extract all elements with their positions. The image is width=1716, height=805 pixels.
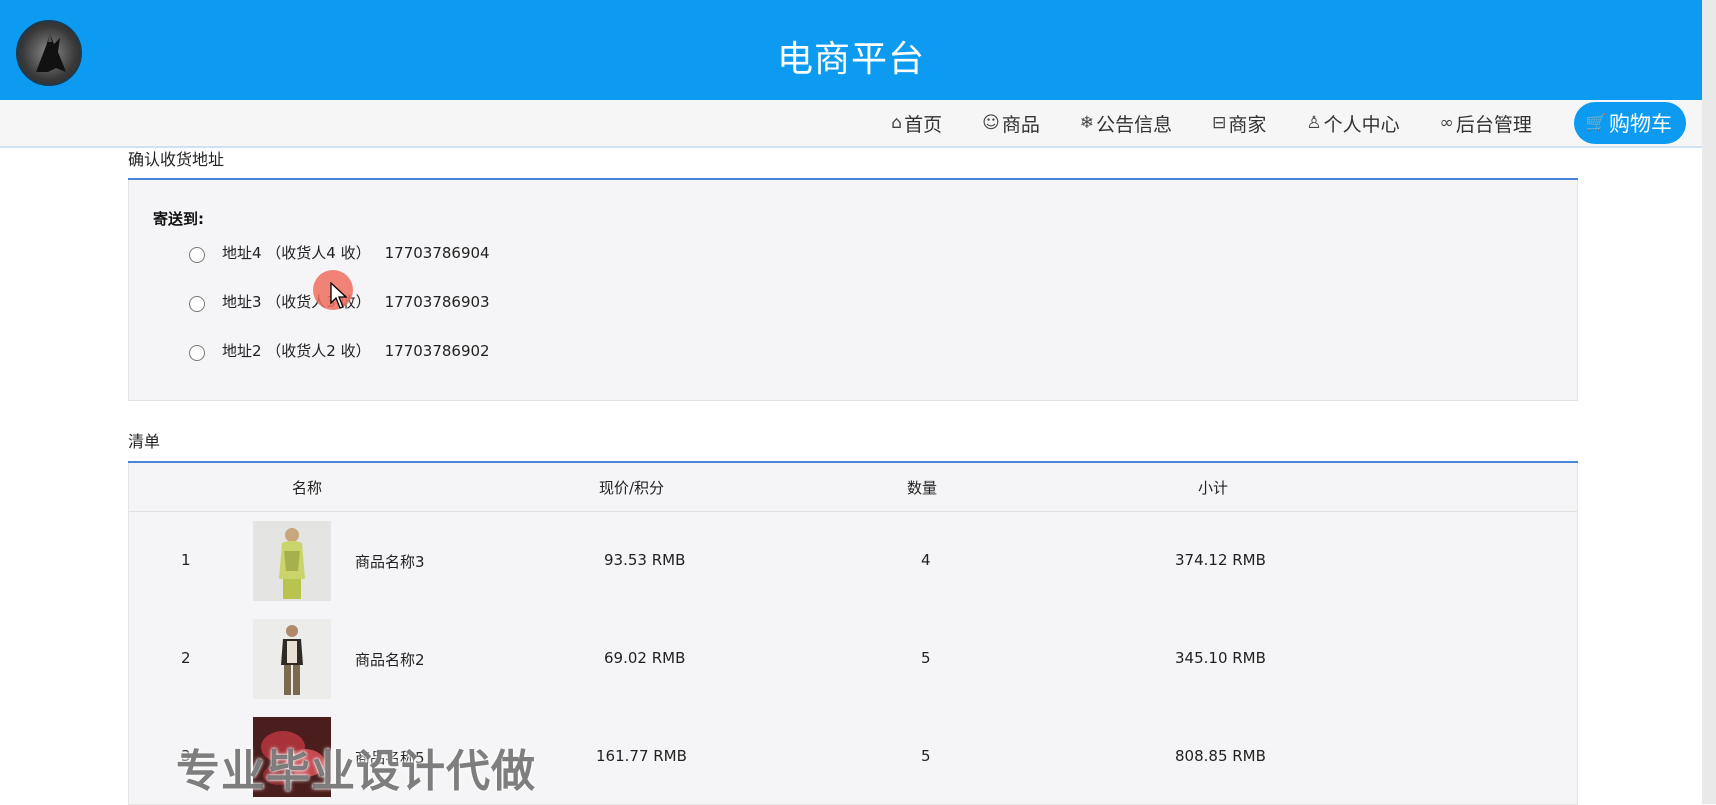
table-row: 1 商品名称3 93.53 RMB 4 374.12 RMB <box>129 521 1577 619</box>
column-header-name: 名称 <box>292 479 323 497</box>
link-icon: ∞ <box>1439 113 1454 133</box>
nav-item-products[interactable]: ☺ 商品 <box>982 110 1040 137</box>
column-header-price: 现价/积分 <box>599 479 665 497</box>
column-header-quantity: 数量 <box>907 479 938 497</box>
table-header: 名称 现价/积分 数量 小计 <box>129 463 1577 512</box>
snowflake-icon: ❄ <box>1079 113 1095 133</box>
product-quantity: 5 <box>921 649 931 667</box>
address-radio[interactable] <box>189 295 205 312</box>
cart-icon: 🛒 <box>1585 113 1607 133</box>
product-price: 93.53 RMB <box>604 551 686 569</box>
product-name[interactable]: 商品名称3 <box>355 551 425 572</box>
send-to-label: 寄送到: <box>153 210 204 228</box>
nav-item-label: 商家 <box>1228 113 1267 136</box>
product-quantity: 5 <box>921 747 931 765</box>
scrollbar[interactable] <box>1702 0 1716 804</box>
nav-item-label: 公告信息 <box>1096 113 1173 136</box>
store-icon: ⊟ <box>1212 113 1227 133</box>
nav-item-profile[interactable]: ♙ 个人中心 <box>1306 110 1399 137</box>
product-price: 69.02 RMB <box>604 649 686 667</box>
nav-item-announcements[interactable]: ❄ 公告信息 <box>1080 110 1172 137</box>
address-text: 地址4 （收货人4 收） <box>222 244 371 262</box>
address-section-title: 确认收货地址 <box>128 150 225 169</box>
address-phone: 17703786904 <box>384 243 490 262</box>
smile-icon: ☺ <box>982 113 1000 133</box>
product-quantity: 4 <box>921 551 931 569</box>
product-subtotal: 808.85 RMB <box>1175 747 1266 765</box>
nav-item-label: 首页 <box>904 113 943 136</box>
product-subtotal: 374.12 RMB <box>1175 551 1266 569</box>
nav-bar: ⌂ 首页 ☺ 商品 ❄ 公告信息 ⊟ 商家 ♙ 个人中心 ∞ 后台管理 🛒 购物… <box>0 100 1702 148</box>
nav-item-label: 商品 <box>1001 113 1040 136</box>
address-phone: 17703786902 <box>384 341 490 360</box>
site-title: 电商平台 <box>776 39 925 80</box>
product-thumbnail[interactable] <box>253 521 331 601</box>
column-header-subtotal: 小计 <box>1198 479 1229 497</box>
order-section-title: 清单 <box>128 432 161 451</box>
product-image-icon <box>253 521 331 601</box>
product-subtotal: 345.10 RMB <box>1175 649 1266 667</box>
address-radio[interactable] <box>189 344 205 361</box>
cart-button[interactable]: 🛒 购物车 <box>1573 102 1686 144</box>
address-radio[interactable] <box>189 246 205 263</box>
top-header: 电商平台 <box>0 0 1702 100</box>
watermark-text: 专业毕业设计代做 <box>176 746 536 797</box>
address-option[interactable]: 地址2 （收货人2 收） 17703786902 <box>189 340 490 361</box>
product-price: 161.77 RMB <box>596 747 687 765</box>
home-icon: ⌂ <box>891 113 903 133</box>
nav-item-label: 后台管理 <box>1455 113 1532 136</box>
nav-item-admin[interactable]: ∞ 后台管理 <box>1440 110 1532 137</box>
address-phone: 17703786903 <box>384 292 490 311</box>
product-thumbnail[interactable] <box>253 619 331 699</box>
nav-item-merchants[interactable]: ⊟ 商家 <box>1212 110 1266 137</box>
nav-item-label: 个人中心 <box>1323 113 1400 136</box>
nav-item-home[interactable]: ⌂ 首页 <box>891 110 942 137</box>
user-icon: ♙ <box>1306 113 1322 133</box>
cart-label: 购物车 <box>1609 112 1672 136</box>
product-image-icon <box>253 619 331 699</box>
address-text: 地址2 （收货人2 收） <box>222 342 371 360</box>
table-row: 2 商品名称2 69.02 RMB 5 345.10 RMB <box>129 619 1577 717</box>
address-option[interactable]: 地址4 （收货人4 收） 17703786904 <box>189 242 490 263</box>
row-index: 2 <box>181 649 191 667</box>
row-index: 1 <box>181 551 191 569</box>
product-name[interactable]: 商品名称2 <box>355 649 425 670</box>
mouse-cursor-icon <box>330 282 348 309</box>
